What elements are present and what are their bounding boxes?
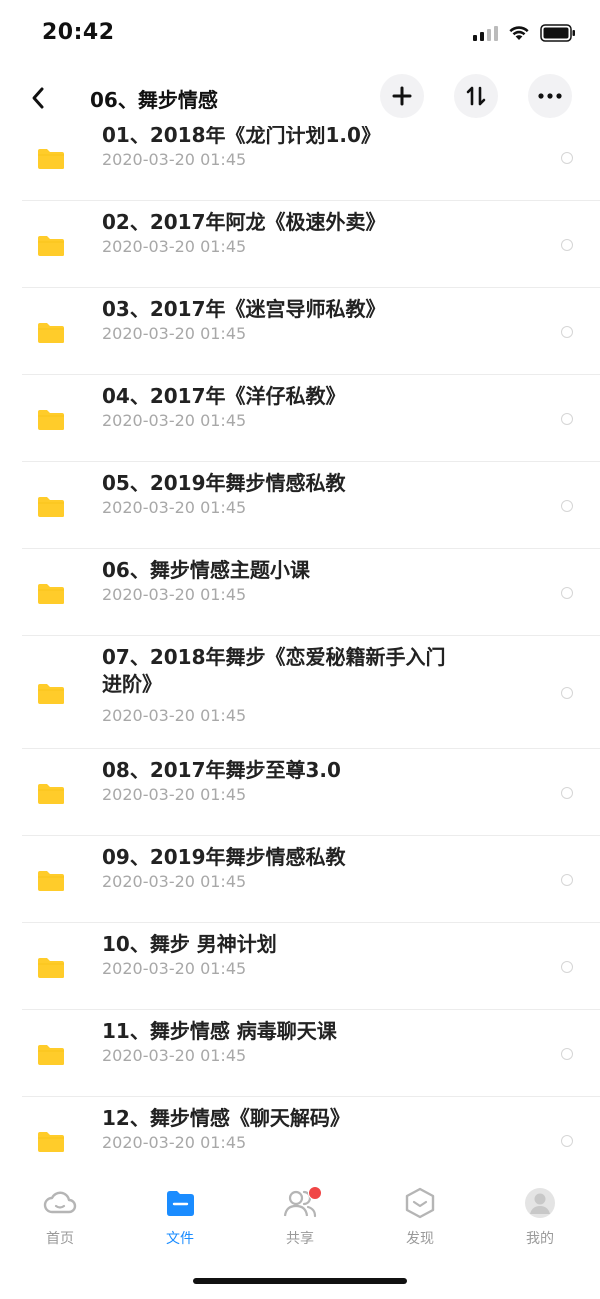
- file-list: 01、2018年《龙门计划1.0》 2020-03-20 01:45 02、2017…: [0, 126, 600, 1172]
- tab-label: 首页: [46, 1231, 74, 1247]
- home-indicator: [193, 1278, 407, 1284]
- folder-row[interactable]: 08、2017年舞步至尊3.0 2020-03-20 01:45: [0, 749, 600, 836]
- folder-name: 09、2019年舞步情感私教: [102, 845, 346, 869]
- select-radio[interactable]: [561, 587, 573, 599]
- folder-icon: [38, 958, 64, 978]
- chevron-left-icon: [32, 87, 44, 109]
- tab-discover[interactable]: 发现: [380, 1186, 460, 1248]
- folder-icon: [162, 1186, 198, 1220]
- folder-date: 2020-03-20 01:45: [102, 150, 247, 169]
- folder-row[interactable]: 12、舞步情感《聊天解码》 2020-03-20 01:45: [0, 1097, 600, 1172]
- cloud-icon: [42, 1186, 78, 1220]
- folder-row[interactable]: 04、2017年《洋仔私教》 2020-03-20 01:45: [0, 375, 600, 462]
- folder-row[interactable]: 09、2019年舞步情感私教 2020-03-20 01:45: [0, 836, 600, 923]
- discover-icon: [402, 1186, 438, 1220]
- folder-icon: [38, 1132, 64, 1152]
- avatar-icon: [522, 1186, 558, 1220]
- more-icon: [538, 93, 562, 99]
- folder-date: 2020-03-20 01:45: [102, 1133, 247, 1152]
- folder-row[interactable]: 02、2017年阿龙《极速外卖》 2020-03-20 01:45: [0, 201, 600, 288]
- select-radio[interactable]: [561, 413, 573, 425]
- folder-name: 11、舞步情感 病毒聊天课: [102, 1019, 337, 1043]
- folder-row[interactable]: 01、2018年《龙门计划1.0》 2020-03-20 01:45: [0, 126, 600, 201]
- tab-users[interactable]: 共享: [260, 1186, 340, 1248]
- folder-name: 06、舞步情感主题小课: [102, 558, 310, 582]
- sort-icon: [466, 86, 486, 106]
- tab-label: 共享: [286, 1231, 314, 1247]
- folder-date: 2020-03-20 01:45: [102, 872, 247, 891]
- select-radio[interactable]: [561, 152, 573, 164]
- more-button[interactable]: [528, 74, 572, 118]
- add-button[interactable]: [380, 74, 424, 118]
- folder-icon: [38, 871, 64, 891]
- back-button[interactable]: [22, 78, 54, 118]
- folder-icon: [38, 1045, 64, 1065]
- folder-date: 2020-03-20 01:45: [102, 785, 247, 804]
- select-radio[interactable]: [561, 239, 573, 251]
- folder-row[interactable]: 03、2017年《迷宫导师私教》 2020-03-20 01:45: [0, 288, 600, 375]
- folder-date: 2020-03-20 01:45: [102, 498, 247, 517]
- folder-row[interactable]: 07、2018年舞步《恋爱秘籍新手入门进阶》 2020-03-20 01:45: [0, 636, 600, 749]
- folder-name: 05、2019年舞步情感私教: [102, 471, 346, 495]
- select-radio[interactable]: [561, 1048, 573, 1060]
- folder-name: 04、2017年《洋仔私教》: [102, 384, 346, 408]
- folder-row[interactable]: 10、舞步 男神计划 2020-03-20 01:45: [0, 923, 600, 1010]
- folder-icon: [38, 410, 64, 430]
- folder-date: 2020-03-20 01:45: [102, 1046, 247, 1065]
- page-title: 06、舞步情感: [90, 88, 218, 112]
- nav-actions: [380, 74, 572, 118]
- folder-date: 2020-03-20 01:45: [102, 959, 247, 978]
- folder-icon: [38, 784, 64, 804]
- select-radio[interactable]: [561, 500, 573, 512]
- folder-row[interactable]: 06、舞步情感主题小课 2020-03-20 01:45: [0, 549, 600, 636]
- status-time: 20:42: [42, 20, 115, 45]
- folder-name: 12、舞步情感《聊天解码》: [102, 1106, 350, 1130]
- folder-icon: [38, 236, 64, 256]
- folder-name: 08、2017年舞步至尊3.0: [102, 758, 341, 782]
- status-bar: 20:42: [0, 0, 600, 70]
- notification-badge: [308, 1186, 322, 1200]
- folder-date: 2020-03-20 01:45: [102, 411, 247, 430]
- folder-row[interactable]: 11、舞步情感 病毒聊天课 2020-03-20 01:45: [0, 1010, 600, 1097]
- select-radio[interactable]: [561, 1135, 573, 1147]
- tab-avatar[interactable]: 我的: [500, 1186, 580, 1248]
- folder-name: 07、2018年舞步《恋爱秘籍新手入门进阶》: [102, 645, 446, 696]
- select-radio[interactable]: [561, 787, 573, 799]
- status-icons: [473, 24, 576, 42]
- folder-name: 10、舞步 男神计划: [102, 932, 277, 956]
- folder-row[interactable]: 05、2019年舞步情感私教 2020-03-20 01:45: [0, 462, 600, 549]
- folder-name: 02、2017年阿龙《极速外卖》: [102, 210, 386, 234]
- folder-icon: [38, 323, 64, 343]
- tab-label: 发现: [406, 1231, 434, 1247]
- folder-date: 2020-03-20 01:45: [102, 706, 247, 725]
- folder-icon: [38, 149, 64, 169]
- select-radio[interactable]: [561, 687, 573, 699]
- tab-label: 文件: [166, 1231, 194, 1247]
- wifi-icon: [508, 25, 530, 41]
- select-radio[interactable]: [561, 961, 573, 973]
- tab-cloud[interactable]: 首页: [20, 1186, 100, 1248]
- folder-date: 2020-03-20 01:45: [102, 585, 247, 604]
- nav-bar: 06、舞步情感: [0, 70, 600, 126]
- cellular-signal-icon: [473, 25, 498, 41]
- sort-button[interactable]: [454, 74, 498, 118]
- folder-name: 01、2018年《龙门计划1.0》: [102, 126, 381, 147]
- folder-date: 2020-03-20 01:45: [102, 237, 247, 256]
- battery-icon: [540, 24, 576, 42]
- plus-icon: [392, 86, 412, 106]
- tab-label: 我的: [526, 1231, 554, 1247]
- select-radio[interactable]: [561, 874, 573, 886]
- tab-folder[interactable]: 文件: [140, 1186, 220, 1248]
- folder-name: 03、2017年《迷宫导师私教》: [102, 297, 386, 321]
- folder-icon: [38, 584, 64, 604]
- folder-date: 2020-03-20 01:45: [102, 324, 247, 343]
- folder-icon: [38, 684, 64, 704]
- folder-icon: [38, 497, 64, 517]
- users-icon: [282, 1186, 322, 1220]
- select-radio[interactable]: [561, 326, 573, 338]
